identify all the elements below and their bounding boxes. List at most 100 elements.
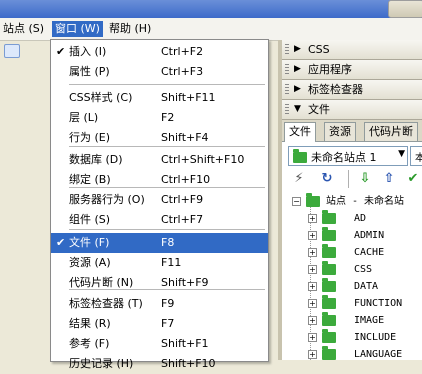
- menu-item-shortcut: Ctrl+F3: [161, 65, 204, 78]
- tree-root-label: 站点 - 未命名站: [326, 196, 405, 207]
- toolbar-separator: [348, 170, 349, 188]
- files-panel-tabs: 文件 资源 代码片断: [282, 120, 422, 142]
- menu-item-shortcut: Shift+F10: [161, 357, 216, 370]
- menu-item[interactable]: 资源 (A) F11: [51, 253, 268, 273]
- menu-item-label: 历史记录 (H): [69, 357, 134, 370]
- expand-icon[interactable]: +: [308, 282, 317, 291]
- tree-folder-row[interactable]: + CSS: [282, 261, 422, 278]
- folder-icon: [322, 312, 336, 326]
- menu-item-label: 属性 (P): [69, 65, 110, 78]
- menu-item-shortcut: F7: [161, 317, 175, 330]
- menu-item-shortcut: Ctrl+F9: [161, 193, 204, 206]
- menu-item-shortcut: Shift+F9: [161, 276, 209, 289]
- grip-icon[interactable]: [285, 104, 289, 115]
- menu-item-label: 层 (L): [69, 111, 99, 124]
- menu-item-label: 文件 (F): [69, 236, 110, 249]
- menu-separator: [69, 187, 265, 188]
- panel-header-tag-inspector[interactable]: ▶ 标签检查器: [282, 80, 422, 100]
- tree-folder-label: FUNCTION: [354, 298, 403, 309]
- menu-item[interactable]: 服务器行为 (O) Ctrl+F9: [51, 190, 268, 210]
- panel-header-label: 应用程序: [308, 63, 352, 76]
- tree-folder-row[interactable]: + FUNCTION: [282, 295, 422, 312]
- menu-item-label: 组件 (S): [69, 213, 111, 226]
- refresh-icon[interactable]: ↻: [318, 170, 336, 188]
- folder-icon: [322, 346, 336, 360]
- menu-item[interactable]: 组件 (S) Ctrl+F7: [51, 210, 268, 230]
- tree-folder-label: CACHE: [354, 247, 385, 258]
- expand-icon[interactable]: +: [308, 231, 317, 240]
- folder-icon: [322, 329, 336, 343]
- menu-item-shortcut: Ctrl+Shift+F10: [161, 153, 245, 166]
- menu-separator: [69, 146, 265, 147]
- menu-item[interactable]: ✔ 文件 (F) F8: [51, 233, 268, 253]
- window-close-button[interactable]: [388, 0, 422, 18]
- menu-item-shortcut: F8: [161, 236, 175, 249]
- expand-icon[interactable]: +: [308, 333, 317, 342]
- panel-header-css[interactable]: ▶ CSS: [282, 40, 422, 60]
- menu-bar: 站点 (S) 窗口 (W) 帮助 (H): [0, 18, 422, 41]
- menu-item[interactable]: 标签检查器 (T) F9: [51, 294, 268, 314]
- menu-item-shortcut: F2: [161, 111, 175, 124]
- panel-header-label: 标签检查器: [308, 83, 363, 96]
- menu-item-label: 结果 (R): [69, 317, 111, 330]
- tree-folder-row[interactable]: + ADMIN: [282, 227, 422, 244]
- grip-icon[interactable]: [285, 44, 289, 55]
- menu-item[interactable]: 历史记录 (H) Shift+F10: [51, 354, 268, 374]
- put-files-icon[interactable]: ⇧: [380, 170, 398, 188]
- menu-item[interactable]: 参考 (F) Shift+F1: [51, 334, 268, 354]
- folder-icon: [306, 193, 320, 207]
- folder-icon: [322, 244, 336, 258]
- view-select[interactable]: 本: [410, 146, 422, 166]
- menu-item[interactable]: 层 (L) F2: [51, 108, 268, 128]
- tab-files[interactable]: 文件: [284, 122, 316, 142]
- menu-item[interactable]: ✔ 插入 (I) Ctrl+F2: [51, 42, 268, 62]
- grip-icon[interactable]: [285, 84, 289, 95]
- expand-icon[interactable]: +: [308, 214, 317, 223]
- tree-folder-row[interactable]: + CACHE: [282, 244, 422, 261]
- menu-help[interactable]: 帮助 (H): [106, 21, 154, 37]
- expand-arrow-icon: ▶: [294, 44, 301, 54]
- get-files-icon[interactable]: ⇩: [356, 170, 374, 188]
- menu-item[interactable]: CSS样式 (C) Shift+F11: [51, 88, 268, 108]
- menu-item[interactable]: 代码片断 (N) Shift+F9: [51, 273, 268, 293]
- tree-folder-label: CSS: [354, 264, 373, 275]
- expand-icon[interactable]: +: [308, 299, 317, 308]
- menu-window[interactable]: 窗口 (W): [52, 21, 103, 37]
- menu-item[interactable]: 行为 (E) Shift+F4: [51, 128, 268, 148]
- grip-icon[interactable]: [285, 64, 289, 75]
- collapse-icon[interactable]: −: [292, 197, 301, 206]
- menu-item-shortcut: F9: [161, 297, 175, 310]
- connect-icon[interactable]: ⚡: [290, 170, 308, 188]
- site-select-value: 未命名站点 1: [311, 151, 377, 164]
- expand-icon[interactable]: +: [308, 316, 317, 325]
- tab-assets[interactable]: 资源: [324, 122, 356, 141]
- menu-site[interactable]: 站点 (S): [0, 21, 47, 37]
- menu-item-label: 参考 (F): [69, 337, 110, 350]
- tab-snippets[interactable]: 代码片断: [364, 122, 418, 141]
- folder-icon: [322, 295, 336, 309]
- menu-item-label: 标签检查器 (T): [69, 297, 143, 310]
- panel-header-application[interactable]: ▶ 应用程序: [282, 60, 422, 80]
- tree-root[interactable]: − 站点 - 未命名站: [282, 193, 422, 210]
- expand-icon[interactable]: +: [308, 350, 317, 359]
- folder-icon: [322, 210, 336, 224]
- menu-item[interactable]: 结果 (R) F7: [51, 314, 268, 334]
- expand-icon[interactable]: +: [308, 248, 317, 257]
- menu-item[interactable]: 数据库 (D) Ctrl+Shift+F10: [51, 150, 268, 170]
- tree-folder-label: INCLUDE: [354, 332, 397, 343]
- panel-header-files[interactable]: ▼ 文件: [282, 100, 422, 120]
- site-select[interactable]: 未命名站点 1 ▼: [288, 146, 408, 166]
- tree-folder-row[interactable]: + DATA: [282, 278, 422, 295]
- folder-icon: [322, 261, 336, 275]
- expand-icon[interactable]: +: [308, 265, 317, 274]
- tree-folder-row[interactable]: + INCLUDE: [282, 329, 422, 346]
- menu-item[interactable]: 属性 (P) Ctrl+F3: [51, 62, 268, 82]
- tree-folder-label: IMAGE: [354, 315, 385, 326]
- tree-folder-row[interactable]: + LANGUAGE: [282, 346, 422, 363]
- check-out-icon[interactable]: ✔: [404, 170, 422, 188]
- chat-icon[interactable]: [4, 44, 20, 58]
- tree-folder-row[interactable]: + AD: [282, 210, 422, 227]
- menu-item-shortcut: Ctrl+F2: [161, 45, 204, 58]
- menu-item-label: 数据库 (D): [69, 153, 123, 166]
- tree-folder-row[interactable]: + IMAGE: [282, 312, 422, 329]
